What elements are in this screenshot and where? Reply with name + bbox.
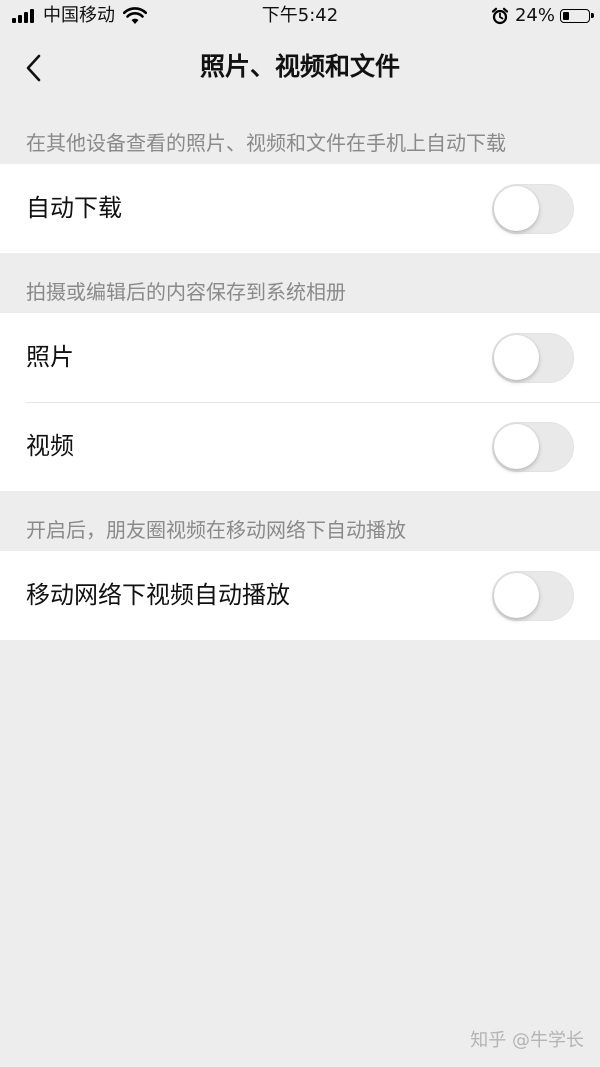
save-photos-toggle[interactable]: [492, 333, 574, 383]
status-right: 24%: [491, 4, 594, 28]
settings-group-moments-autoplay: 移动网络下视频自动播放: [0, 551, 600, 640]
battery-percent: 24%: [514, 5, 555, 26]
setting-label: 移动网络下视频自动播放: [26, 581, 290, 609]
toggle-knob: [494, 186, 539, 231]
setting-label: 照片: [26, 343, 74, 371]
watermark: 知乎 @牛学长: [470, 1030, 584, 1051]
settings-group-auto-download: 自动下载: [0, 164, 600, 253]
section-header-auto-download: 在其他设备查看的照片、视频和文件在手机上自动下载: [26, 131, 506, 155]
section-header-moments-autoplay: 开启后，朋友圈视频在移动网络下自动播放: [26, 518, 406, 542]
mobile-autoplay-toggle[interactable]: [492, 571, 574, 621]
toggle-knob: [494, 573, 539, 618]
toggle-knob: [494, 424, 539, 469]
toggle-knob: [494, 335, 539, 380]
save-videos-toggle[interactable]: [492, 422, 574, 472]
setting-row-videos: 视频: [0, 402, 600, 491]
section-header-save-to-album: 拍摄或编辑后的内容保存到系统相册: [26, 280, 346, 304]
battery-fill: [563, 12, 569, 20]
status-bar: 中国移动 下午5:42 24%: [0, 0, 600, 32]
auto-download-toggle[interactable]: [492, 184, 574, 234]
setting-row-mobile-autoplay: 移动网络下视频自动播放: [0, 551, 600, 640]
alarm-clock-icon: [491, 7, 509, 25]
setting-row-photos: 照片: [0, 313, 600, 402]
battery-cap: [591, 13, 594, 18]
settings-group-save-to-album: 照片 视频: [0, 313, 600, 491]
page-title: 照片、视频和文件: [199, 52, 400, 81]
battery-icon: [560, 9, 594, 23]
nav-bar: 照片、视频和文件: [0, 32, 600, 104]
setting-label: 自动下载: [26, 194, 122, 222]
setting-row-auto-download: 自动下载: [0, 164, 600, 253]
setting-label: 视频: [26, 432, 74, 460]
